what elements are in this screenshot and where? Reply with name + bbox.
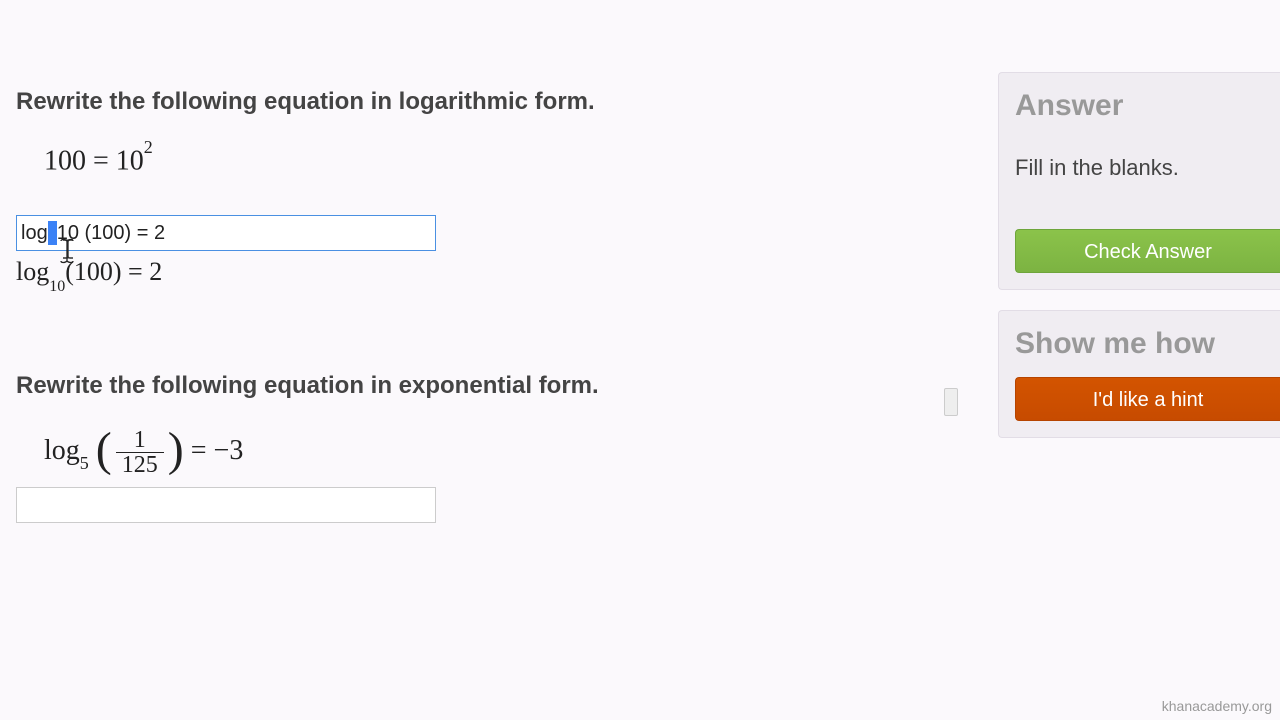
q1-equation: 100 = 102 [44, 144, 956, 175]
sidebar: Answer Fill in the blanks. Check Answer … [998, 72, 1280, 458]
check-answer-button[interactable]: Check Answer [1015, 229, 1280, 273]
answer-heading: Answer [1015, 89, 1280, 123]
fraction: 1125 [116, 428, 164, 477]
answer-instruction: Fill in the blanks. [1015, 155, 1280, 181]
q2-equation: log5 (1125) = −3 [44, 428, 956, 477]
scrollbar-thumb[interactable] [944, 388, 958, 416]
main-content: Rewrite the following equation in logari… [16, 88, 956, 523]
q1-exponent: 2 [144, 137, 153, 157]
answer-panel: Answer Fill in the blanks. Check Answer [998, 72, 1280, 290]
question-1: Rewrite the following equation in logari… [16, 88, 956, 292]
q1-rendered-math: log10(100) = 2 [16, 257, 956, 291]
hint-button[interactable]: I'd like a hint [1015, 377, 1280, 421]
q1-lhs: 100 [44, 145, 86, 176]
watermark: khanacademy.org [1162, 698, 1272, 714]
right-paren: ) [168, 423, 184, 476]
q2-prompt: Rewrite the following equation in expone… [16, 372, 956, 400]
question-2: Rewrite the following equation in expone… [16, 372, 956, 523]
hint-panel: Show me how I'd like a hint [998, 310, 1280, 438]
q1-answer-input[interactable]: log10 (100) = 2 [16, 215, 436, 251]
q1-base: 10 [116, 145, 144, 176]
q2-answer-input[interactable] [16, 487, 436, 523]
q1-prompt: Rewrite the following equation in logari… [16, 88, 956, 116]
left-paren: ( [96, 423, 112, 476]
text-selection [48, 221, 57, 245]
hint-heading: Show me how [1015, 327, 1280, 361]
